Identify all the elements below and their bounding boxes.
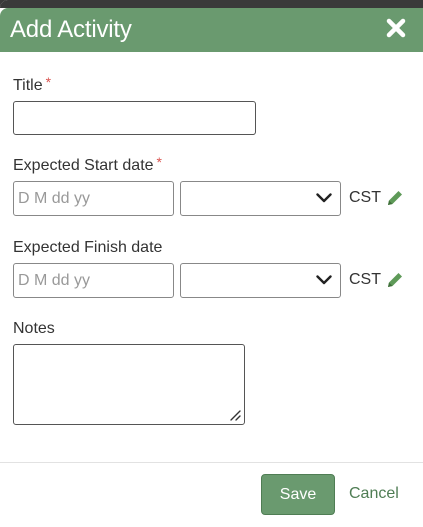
close-icon[interactable] — [385, 17, 407, 39]
finish-timezone: CST — [349, 271, 381, 288]
required-marker: * — [156, 154, 162, 170]
notes-textarea[interactable] — [13, 344, 245, 425]
save-button[interactable]: Save — [261, 474, 335, 515]
required-marker: * — [45, 74, 52, 90]
finish-date-input[interactable]: D M dd yy — [13, 263, 174, 298]
title-input[interactable] — [13, 101, 256, 135]
title-label: Title * — [13, 74, 52, 95]
finish-date-placeholder: D M dd yy — [18, 272, 91, 289]
start-date-label-text: Expected Start date — [13, 157, 154, 174]
resize-handle-icon[interactable] — [229, 409, 241, 421]
start-timezone: CST — [349, 189, 381, 206]
start-date-input[interactable]: D M dd yy — [13, 181, 174, 216]
backdrop-strip — [0, 0, 423, 8]
finish-date-label: Expected Finish date — [13, 239, 162, 257]
notes-label-text: Notes — [13, 320, 55, 337]
pencil-icon[interactable] — [386, 271, 404, 289]
notes-label: Notes — [13, 320, 55, 338]
finish-time-select[interactable] — [180, 263, 341, 298]
chevron-down-icon — [316, 193, 332, 203]
pencil-icon[interactable] — [386, 189, 404, 207]
start-date-placeholder: D M dd yy — [18, 190, 91, 207]
cancel-button[interactable]: Cancel — [349, 485, 399, 503]
dialog-title: Add Activity — [10, 16, 132, 43]
title-label-text: Title — [13, 77, 43, 94]
footer-divider — [0, 462, 423, 463]
start-time-select[interactable] — [180, 181, 341, 216]
dialog-header: Add Activity — [0, 8, 423, 52]
chevron-down-icon — [316, 275, 332, 285]
start-date-label: Expected Start date * — [13, 154, 162, 175]
add-activity-dialog: Add Activity Title * Expected Start date *… — [0, 0, 423, 527]
finish-date-label-text: Expected Finish date — [13, 239, 163, 256]
